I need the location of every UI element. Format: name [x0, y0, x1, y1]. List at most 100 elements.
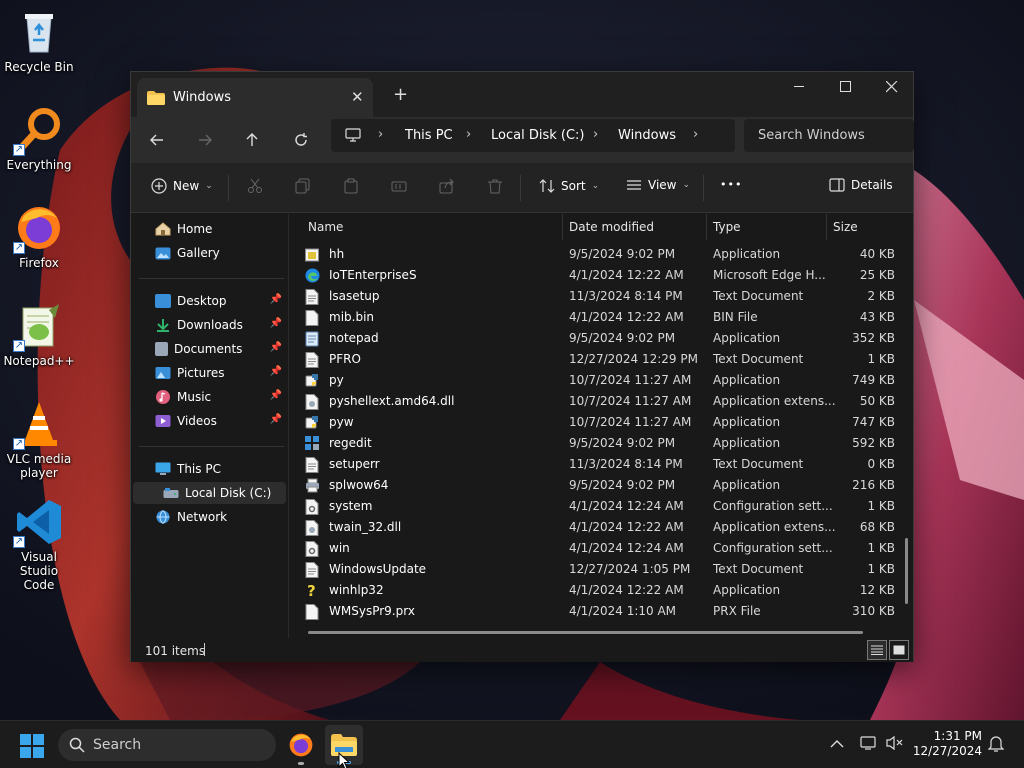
- sort-button[interactable]: Sort ⌄: [539, 178, 599, 194]
- chevron-up-icon: [830, 740, 844, 748]
- start-button[interactable]: [20, 734, 44, 761]
- pin-icon[interactable]: 📌: [270, 294, 282, 305]
- notifications-button[interactable]: [987, 735, 1005, 756]
- table-row[interactable]: win 4/1/2024 12:24 AM Configuration sett..…: [297, 538, 903, 559]
- details-pane-button[interactable]: Details: [829, 178, 893, 192]
- chevron-right-icon[interactable]: ›: [593, 127, 598, 142]
- table-row[interactable]: pyshellext.amd64.dll 10/7/2024 11:27 AM Ap…: [297, 391, 903, 412]
- new-tab-button[interactable]: +: [393, 84, 408, 105]
- title-bar[interactable]: Windows ✕ +: [131, 72, 913, 117]
- column-header-size[interactable]: Size: [826, 214, 906, 240]
- view-label: View: [648, 178, 677, 192]
- table-row[interactable]: py 10/7/2024 11:27 AM Application 749 KB: [297, 370, 903, 391]
- table-row[interactable]: ? winhlp32 4/1/2024 12:22 AM Application 12 …: [297, 580, 903, 601]
- file-size: 310 KB: [852, 604, 895, 618]
- desktop-icon-notepad-plus-plus[interactable]: ↗ Notepad++: [0, 302, 78, 368]
- refresh-button[interactable]: [287, 127, 315, 153]
- table-row[interactable]: regedit 9/5/2024 9:02 PM Application 592 KB: [297, 433, 903, 454]
- table-row[interactable]: pyw 10/7/2024 11:27 AM Application 747 KB: [297, 412, 903, 433]
- nav-item-gallery[interactable]: Gallery: [133, 242, 286, 264]
- pin-icon[interactable]: 📌: [270, 366, 282, 377]
- table-row[interactable]: WindowsUpdate 12/27/2024 1:05 PM Text Docu…: [297, 559, 903, 580]
- maximize-button[interactable]: [823, 72, 869, 102]
- back-button[interactable]: [143, 127, 171, 153]
- file-size: 68 KB: [859, 520, 895, 534]
- forward-button[interactable]: [191, 127, 219, 153]
- view-button[interactable]: View ⌄: [626, 178, 690, 192]
- search-input[interactable]: Search Windows: [744, 119, 914, 152]
- column-header-name[interactable]: Name: [302, 214, 562, 240]
- desktop-icon-vscode[interactable]: ↗ Visual Studio Code: [0, 498, 78, 592]
- table-row[interactable]: WMSysPr9.prx 4/1/2024 1:10 AM PRX File 310 …: [297, 601, 903, 622]
- up-button[interactable]: [238, 127, 266, 153]
- nav-item-this-pc[interactable]: This PC: [133, 458, 286, 480]
- chevron-right-icon[interactable]: ›: [466, 127, 471, 142]
- horizontal-scrollbar[interactable]: [308, 631, 863, 634]
- table-row[interactable]: twain_32.dll 4/1/2024 12:22 AM Application…: [297, 517, 903, 538]
- nav-item-network[interactable]: Network: [133, 506, 286, 528]
- network-status-button[interactable]: [860, 735, 878, 754]
- copy-button[interactable]: [295, 178, 311, 194]
- table-row[interactable]: setuperr 11/3/2024 8:14 PM Text Document 0 …: [297, 454, 903, 475]
- cut-button[interactable]: [247, 178, 263, 194]
- delete-button[interactable]: [487, 178, 503, 194]
- table-row[interactable]: lsasetup 11/3/2024 8:14 PM Text Document 2 …: [297, 286, 903, 307]
- table-row[interactable]: system 4/1/2024 12:24 AM Configuration set…: [297, 496, 903, 517]
- volume-button[interactable]: [886, 735, 904, 754]
- nav-label: Videos: [177, 414, 217, 428]
- show-hidden-icons-button[interactable]: [830, 737, 844, 753]
- column-header-type[interactable]: Type: [706, 214, 826, 240]
- table-row[interactable]: splwow64 9/5/2024 9:02 PM Application 216 K…: [297, 475, 903, 496]
- taskbar-search[interactable]: Search: [58, 729, 276, 761]
- file-size: 749 KB: [852, 373, 895, 387]
- pin-icon[interactable]: 📌: [270, 318, 282, 329]
- rename-button[interactable]: [391, 178, 407, 194]
- file-type: BIN File: [713, 310, 758, 324]
- see-more-button[interactable]: •••: [720, 178, 742, 191]
- minimize-button[interactable]: [777, 72, 823, 102]
- share-button[interactable]: [439, 178, 455, 194]
- desktop-icon-firefox[interactable]: ↗ Firefox: [0, 204, 78, 270]
- paste-button[interactable]: [343, 178, 359, 194]
- breadcrumb-windows[interactable]: Windows: [618, 128, 676, 143]
- file-type: Application extens...: [713, 394, 836, 408]
- pin-icon[interactable]: 📌: [270, 390, 282, 401]
- close-tab-icon[interactable]: ✕: [351, 88, 364, 106]
- clock[interactable]: 1:31 PM 12/27/2024: [912, 729, 982, 759]
- taskbar: Search 1:31 PM 12/27/2024: [0, 720, 1024, 768]
- breadcrumb-this-pc[interactable]: This PC: [405, 128, 453, 143]
- desktop-icon-vlc[interactable]: ↗ VLC media player: [0, 400, 78, 480]
- new-button[interactable]: New ⌄: [151, 178, 213, 194]
- nav-item-music[interactable]: Music 📌: [133, 386, 286, 408]
- nav-item-pictures[interactable]: Pictures 📌: [133, 362, 286, 384]
- file-name: notepad: [329, 331, 379, 345]
- table-row[interactable]: PFRO 12/27/2024 12:29 PM Text Document 1 KB: [297, 349, 903, 370]
- table-row[interactable]: hh 9/5/2024 9:02 PM Application 40 KB: [297, 244, 903, 265]
- pin-icon[interactable]: 📌: [270, 342, 282, 353]
- address-breadcrumb[interactable]: › This PC › Local Disk (C:) › Windows ›: [331, 119, 735, 152]
- file-size: 216 KB: [852, 478, 895, 492]
- large-icons-view-button[interactable]: [889, 640, 909, 660]
- chevron-right-icon[interactable]: ›: [378, 127, 383, 142]
- nav-item-videos[interactable]: Videos 📌: [133, 410, 286, 432]
- pin-icon[interactable]: 📌: [270, 414, 282, 425]
- table-row[interactable]: mib.bin 4/1/2024 12:22 AM BIN File 43 KB: [297, 307, 903, 328]
- nav-item-local-disk[interactable]: Local Disk (C:): [133, 482, 286, 504]
- tab-windows[interactable]: Windows ✕: [137, 78, 373, 117]
- column-header-date[interactable]: Date modified: [562, 214, 706, 240]
- nav-item-desktop[interactable]: Desktop 📌: [133, 290, 286, 312]
- taskbar-firefox[interactable]: [288, 732, 314, 765]
- details-view-button[interactable]: [867, 640, 887, 660]
- mouse-cursor-icon: [338, 751, 351, 768]
- breadcrumb-local-disk[interactable]: Local Disk (C:): [491, 128, 584, 143]
- chevron-right-icon[interactable]: ›: [693, 127, 698, 142]
- table-row[interactable]: IoTEnterpriseS 4/1/2024 12:22 AM Microsoft…: [297, 265, 903, 286]
- nav-item-downloads[interactable]: Downloads 📌: [133, 314, 286, 336]
- nav-item-documents[interactable]: Documents 📌: [133, 338, 286, 360]
- desktop-icon-recycle-bin[interactable]: Recycle Bin: [0, 8, 78, 74]
- close-window-button[interactable]: [869, 72, 915, 102]
- table-row[interactable]: notepad 9/5/2024 9:02 PM Application 352 KB: [297, 328, 903, 349]
- vertical-scrollbar[interactable]: [905, 538, 908, 604]
- desktop-icon-everything[interactable]: ↗ Everything: [0, 106, 78, 172]
- nav-item-home[interactable]: Home: [133, 218, 286, 240]
